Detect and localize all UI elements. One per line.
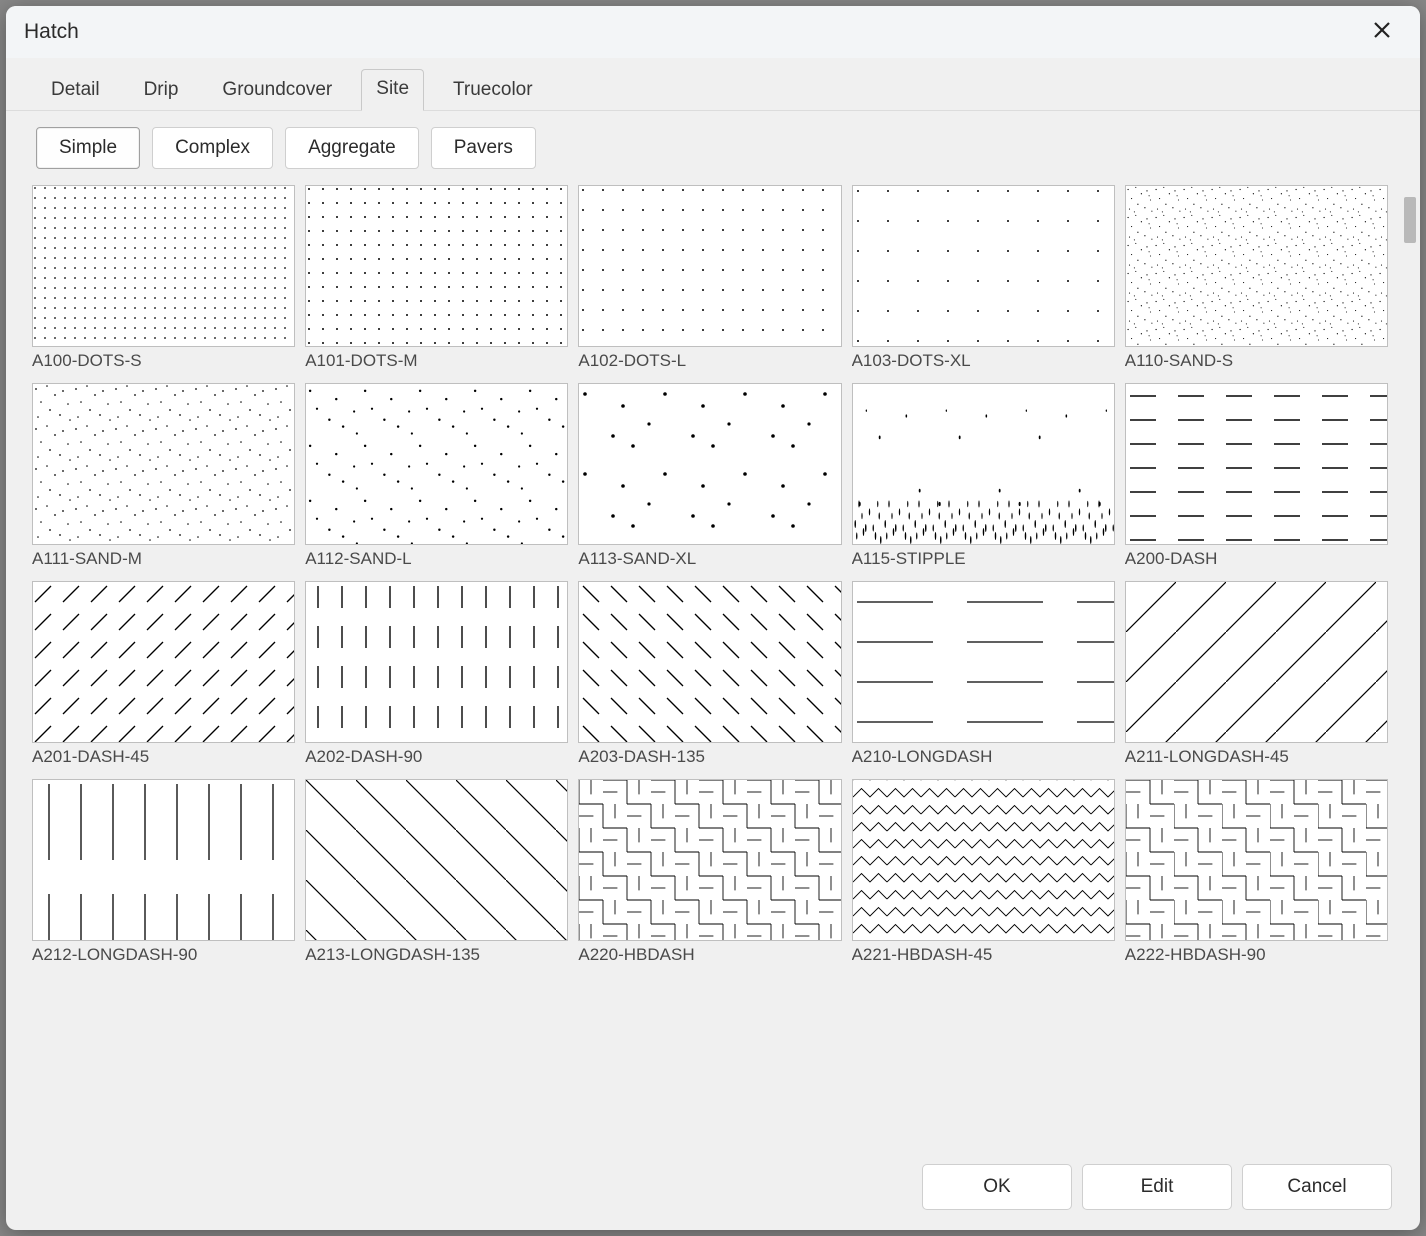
- dialog-footer: OK Edit Cancel: [6, 1150, 1420, 1230]
- subtab-pavers[interactable]: Pavers: [431, 127, 536, 169]
- subtab-aggregate[interactable]: Aggregate: [285, 127, 419, 169]
- pattern-card[interactable]: A200-DASH: [1125, 383, 1388, 569]
- tab-truecolor[interactable]: Truecolor: [438, 70, 548, 111]
- pattern-swatch: [32, 383, 295, 545]
- pattern-card[interactable]: A103-DOTS-XL: [852, 185, 1115, 371]
- pattern-swatch: [305, 185, 568, 347]
- pattern-card[interactable]: A212-LONGDASH-90: [32, 779, 295, 965]
- pattern-card[interactable]: A222-HBDASH-90: [1125, 779, 1388, 965]
- pattern-card[interactable]: A113-SAND-XL: [578, 383, 841, 569]
- pattern-label: A212-LONGDASH-90: [32, 945, 295, 965]
- hatch-dialog: Hatch Detail Drip Groundcover Site Truecolor…: [6, 6, 1420, 1230]
- pattern-card[interactable]: A112-SAND-L: [305, 383, 568, 569]
- pattern-label: A211-LONGDASH-45: [1125, 747, 1388, 767]
- pattern-label: A103-DOTS-XL: [852, 351, 1115, 371]
- pattern-card[interactable]: A110-SAND-S: [1125, 185, 1388, 371]
- tab-site[interactable]: Site: [361, 69, 424, 111]
- pattern-swatch: [852, 779, 1115, 941]
- subcategory-tabs: Simple Complex Aggregate Pavers: [6, 111, 1420, 179]
- pattern-card[interactable]: A111-SAND-M: [32, 383, 295, 569]
- category-tabs: Detail Drip Groundcover Site Truecolor: [6, 58, 1420, 111]
- pattern-swatch: [305, 383, 568, 545]
- pattern-swatch: [1125, 383, 1388, 545]
- pattern-swatch: [578, 581, 841, 743]
- pattern-label: A112-SAND-L: [305, 549, 568, 569]
- pattern-card[interactable]: A101-DOTS-M: [305, 185, 568, 371]
- subtab-complex[interactable]: Complex: [152, 127, 273, 169]
- pattern-grid: A100-DOTS-S A101-DOTS-M A102-DOTS-L A103-DO…: [32, 185, 1388, 965]
- pattern-card[interactable]: A211-LONGDASH-45: [1125, 581, 1388, 767]
- pattern-swatch: [852, 581, 1115, 743]
- pattern-label: A210-LONGDASH: [852, 747, 1115, 767]
- pattern-swatch: [578, 185, 841, 347]
- pattern-swatch: [1125, 185, 1388, 347]
- pattern-swatch: [32, 779, 295, 941]
- titlebar: Hatch: [6, 6, 1420, 58]
- pattern-label: A202-DASH-90: [305, 747, 568, 767]
- pattern-swatch: [1125, 779, 1388, 941]
- pattern-scroll-area[interactable]: A100-DOTS-S A101-DOTS-M A102-DOTS-L A103-DO…: [6, 179, 1420, 1150]
- pattern-card[interactable]: A221-HBDASH-45: [852, 779, 1115, 965]
- pattern-label: A102-DOTS-L: [578, 351, 841, 371]
- pattern-label: A221-HBDASH-45: [852, 945, 1115, 965]
- tab-detail[interactable]: Detail: [36, 70, 115, 111]
- pattern-card[interactable]: A100-DOTS-S: [32, 185, 295, 371]
- pattern-label: A222-HBDASH-90: [1125, 945, 1388, 965]
- pattern-label: A220-HBDASH: [578, 945, 841, 965]
- pattern-card[interactable]: A213-LONGDASH-135: [305, 779, 568, 965]
- edit-button[interactable]: Edit: [1082, 1164, 1232, 1210]
- pattern-card[interactable]: A210-LONGDASH: [852, 581, 1115, 767]
- pattern-swatch: [32, 581, 295, 743]
- tab-drip[interactable]: Drip: [129, 70, 194, 111]
- pattern-card[interactable]: A201-DASH-45: [32, 581, 295, 767]
- pattern-label: A115-STIPPLE: [852, 549, 1115, 569]
- pattern-card[interactable]: A102-DOTS-L: [578, 185, 841, 371]
- pattern-label: A200-DASH: [1125, 549, 1388, 569]
- pattern-label: A110-SAND-S: [1125, 351, 1388, 371]
- pattern-card[interactable]: A220-HBDASH: [578, 779, 841, 965]
- pattern-card[interactable]: A203-DASH-135: [578, 581, 841, 767]
- cancel-button[interactable]: Cancel: [1242, 1164, 1392, 1210]
- pattern-label: A201-DASH-45: [32, 747, 295, 767]
- pattern-swatch: [32, 185, 295, 347]
- pattern-swatch: [852, 185, 1115, 347]
- pattern-label: A101-DOTS-M: [305, 351, 568, 371]
- dialog-title: Hatch: [24, 20, 79, 44]
- pattern-card[interactable]: A115-STIPPLE: [852, 383, 1115, 569]
- pattern-swatch: [578, 779, 841, 941]
- scrollbar-thumb[interactable]: [1404, 197, 1416, 243]
- subtab-simple[interactable]: Simple: [36, 127, 140, 169]
- pattern-card[interactable]: A202-DASH-90: [305, 581, 568, 767]
- pattern-label: A111-SAND-M: [32, 549, 295, 569]
- pattern-swatch: [305, 779, 568, 941]
- ok-button[interactable]: OK: [922, 1164, 1072, 1210]
- pattern-label: A113-SAND-XL: [578, 549, 841, 569]
- close-button[interactable]: [1362, 12, 1402, 52]
- pattern-swatch: [305, 581, 568, 743]
- pattern-swatch: [578, 383, 841, 545]
- close-icon: [1372, 20, 1392, 45]
- pattern-label: A203-DASH-135: [578, 747, 841, 767]
- tab-groundcover[interactable]: Groundcover: [207, 70, 347, 111]
- pattern-swatch: [1125, 581, 1388, 743]
- pattern-label: A213-LONGDASH-135: [305, 945, 568, 965]
- pattern-swatch: [852, 383, 1115, 545]
- pattern-label: A100-DOTS-S: [32, 351, 295, 371]
